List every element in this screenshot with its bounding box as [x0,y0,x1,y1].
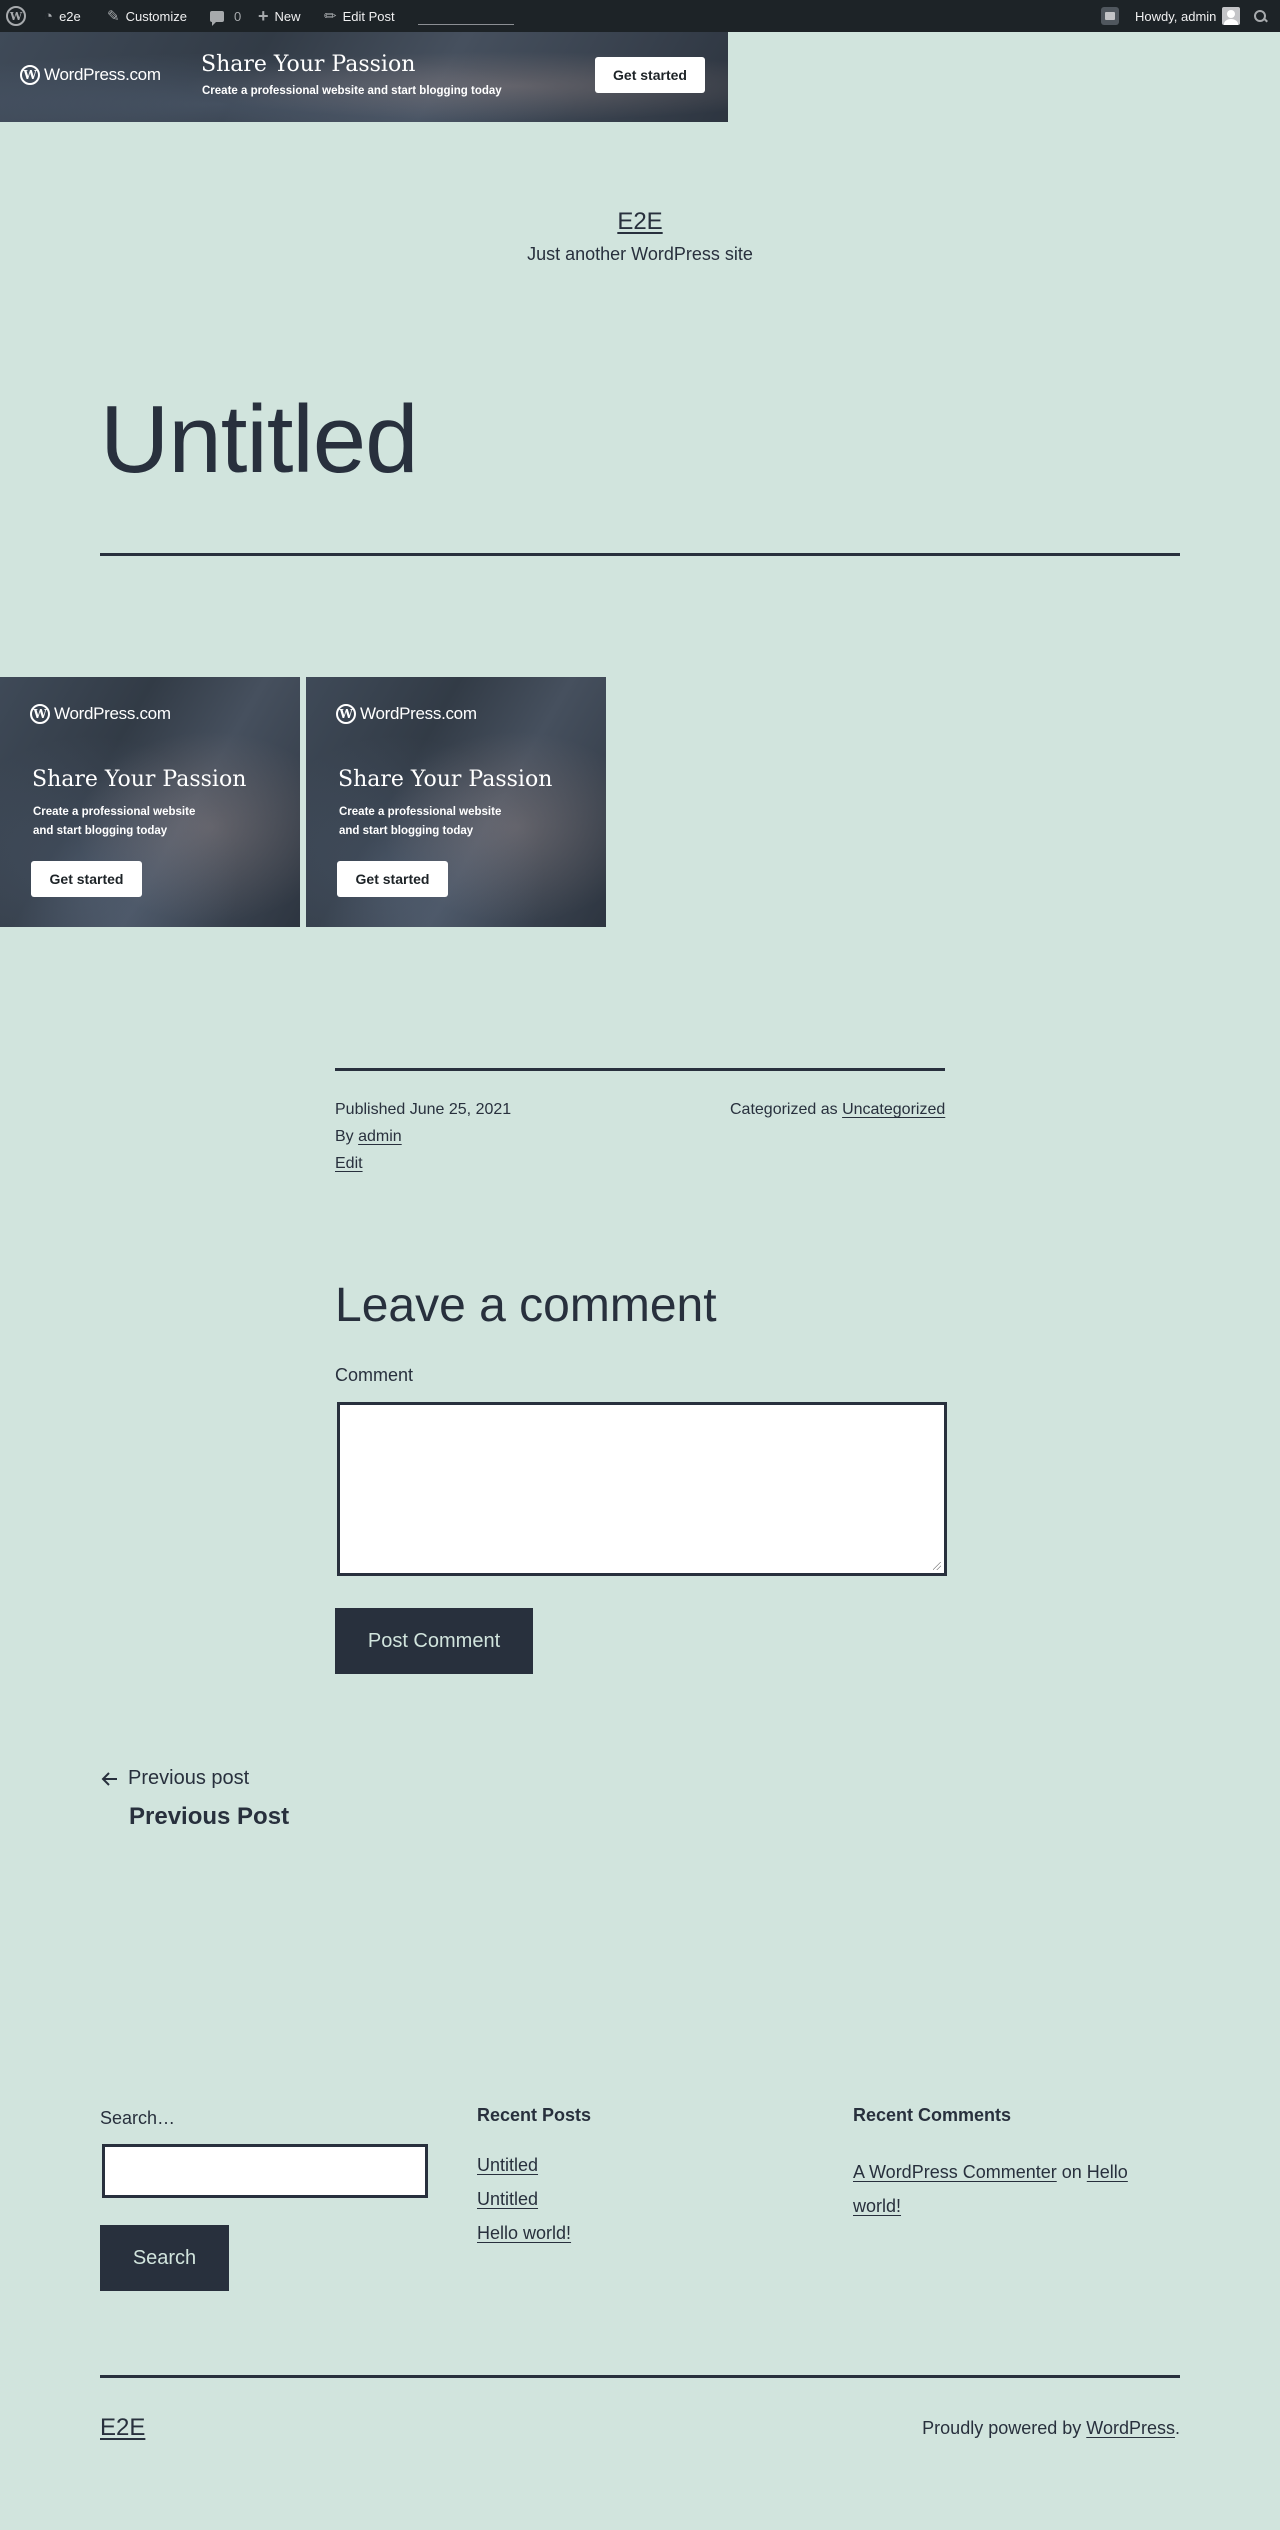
ad-logo-text: WordPress.com [44,65,161,84]
ad-logo: W WordPress.com [336,704,477,724]
ad-title: Share Your Passion [201,52,416,77]
comments-count: 0 [234,8,242,24]
arrow-left-icon [101,1771,117,1786]
previous-post-label: Previous post [128,1767,250,1789]
new-content-menu[interactable]: + New [258,0,301,32]
recent-post-link[interactable]: Untitled [477,2189,538,2210]
comment-on-label: on [1061,2162,1082,2182]
edit-post-label: Edit Post [342,8,395,24]
site-name-label: e2e [59,8,81,24]
author-link[interactable]: admin [358,1128,402,1145]
gallery-ad-2[interactable]: W WordPress.com Share Your Passion Creat… [306,677,606,927]
my-account-menu[interactable]: Howdy, admin [1135,0,1241,32]
comment-textarea[interactable] [337,1402,947,1576]
comment-bubble-icon [210,10,224,26]
ad-subtitle-line: and start blogging today [33,825,168,837]
comment-post-title-part: Hello [1086,2162,1128,2182]
title-divider [100,553,1180,556]
plus-icon: + [258,6,269,26]
site-title: E2E [0,208,1280,236]
wordpress-link[interactable]: WordPress [1086,2418,1175,2438]
recent-posts-heading: Recent Posts [477,2105,592,2125]
edit-post-link[interactable]: ✏ Edit Post [324,0,395,32]
search-icon [1254,10,1266,22]
notifications-button[interactable] [1101,0,1119,32]
admin-bar: W ◔ e2e ✎ Customize 0 + New ✏ Edit Post … [0,0,1280,32]
ad-subtitle: Create a professional website and start … [339,803,501,841]
customize-link[interactable]: ✎ Customize [107,0,187,32]
ad-get-started-button[interactable]: Get started [595,57,705,93]
comment-post-title-part: world! [853,2196,902,2216]
published-line: Published June 25, 2021 [335,1096,511,1123]
ad-logo-text: WordPress.com [360,704,477,723]
howdy-label: Howdy, admin [1135,8,1217,24]
published-label: Published [335,1101,406,1118]
adminbar-search[interactable] [1254,0,1266,32]
ad-title: Share Your Passion [32,767,247,792]
top-ad-banner[interactable]: W WordPress.com Share Your Passion Creat… [0,32,728,122]
notification-icon [1101,7,1119,25]
wordpress-logo-icon: W [6,6,26,26]
recent-post-link[interactable]: Hello world! [477,2223,571,2244]
meta-divider [335,1068,945,1071]
categorized-label: Categorized as [730,1101,838,1118]
ad-title: Share Your Passion [338,767,553,792]
comment-author-link[interactable]: A WordPress Commenter [853,2162,1057,2182]
adminbar-underline [418,24,514,25]
previous-post-link[interactable]: Previous post [100,1767,249,1790]
dashboard-icon: ◔ [44,7,54,25]
author-line: By admin [335,1123,511,1150]
search-button[interactable]: Search [100,2225,229,2291]
post-meta-left: Published June 25, 2021 By admin Edit [335,1096,511,1177]
footer-site-title-link[interactable]: E2E [100,2414,145,2442]
powered-suffix: . [1174,2418,1180,2438]
resize-handle-icon[interactable] [933,1562,941,1570]
search-input[interactable] [102,2144,428,2198]
gallery-ad-1[interactable]: W WordPress.com Share Your Passion Creat… [0,677,300,927]
edit-line: Edit [335,1150,511,1177]
customize-label: Customize [125,8,187,24]
ad-get-started-button[interactable]: Get started [337,861,448,897]
search-label: Search… [100,2108,176,2128]
comments-link[interactable]: 0 [210,0,241,32]
post-meta-right: Categorized as Uncategorized [730,1096,945,1123]
by-label: By [335,1128,354,1145]
ad-logo: W WordPress.com [20,65,161,85]
comment-label: Comment [335,1365,414,1385]
post-comment-button[interactable]: Post Comment [335,1608,533,1674]
footer-divider [100,2375,1180,2378]
wordpress-logo-icon: W [336,704,356,724]
powered-by: Proudly powered by WordPress. [922,2418,1180,2439]
wordpress-logo-icon: W [20,65,40,85]
ad-subtitle: Create a professional website and start … [202,85,502,97]
brush-icon: ✎ [107,7,120,25]
ad-logo: W WordPress.com [30,704,171,724]
wordpress-menu[interactable]: W [6,0,26,32]
avatar [1222,7,1241,25]
pencil-icon: ✏ [324,7,337,25]
ad-subtitle-line: and start blogging today [339,825,474,837]
powered-text: Proudly powered by [922,2418,1082,2438]
previous-post-title[interactable]: Previous Post [129,1803,289,1831]
ad-subtitle: Create a professional website and start … [33,803,195,841]
ad-subtitle-line: Create a professional website [339,806,502,818]
wordpress-logo-icon: W [30,704,50,724]
published-date: June 25, 2021 [409,1101,512,1118]
site-name-menu[interactable]: ◔ e2e [44,0,81,32]
post-title: Untitled [100,386,418,493]
recent-comment-item: A WordPress Commenter on Hello world! [853,2155,1183,2223]
comment-heading: Leave a comment [335,1279,717,1332]
recent-post-link[interactable]: Untitled [477,2155,538,2176]
category-link[interactable]: Uncategorized [842,1101,945,1118]
edit-link[interactable]: Edit [335,1155,363,1172]
site-title-link[interactable]: E2E [617,208,662,235]
site-tagline: Just another WordPress site [527,244,753,264]
new-label: New [274,8,301,24]
recent-comments-heading: Recent Comments [853,2105,1012,2125]
ad-subtitle-line: Create a professional website [33,806,196,818]
ad-get-started-button[interactable]: Get started [31,861,142,897]
ad-logo-text: WordPress.com [54,704,171,723]
